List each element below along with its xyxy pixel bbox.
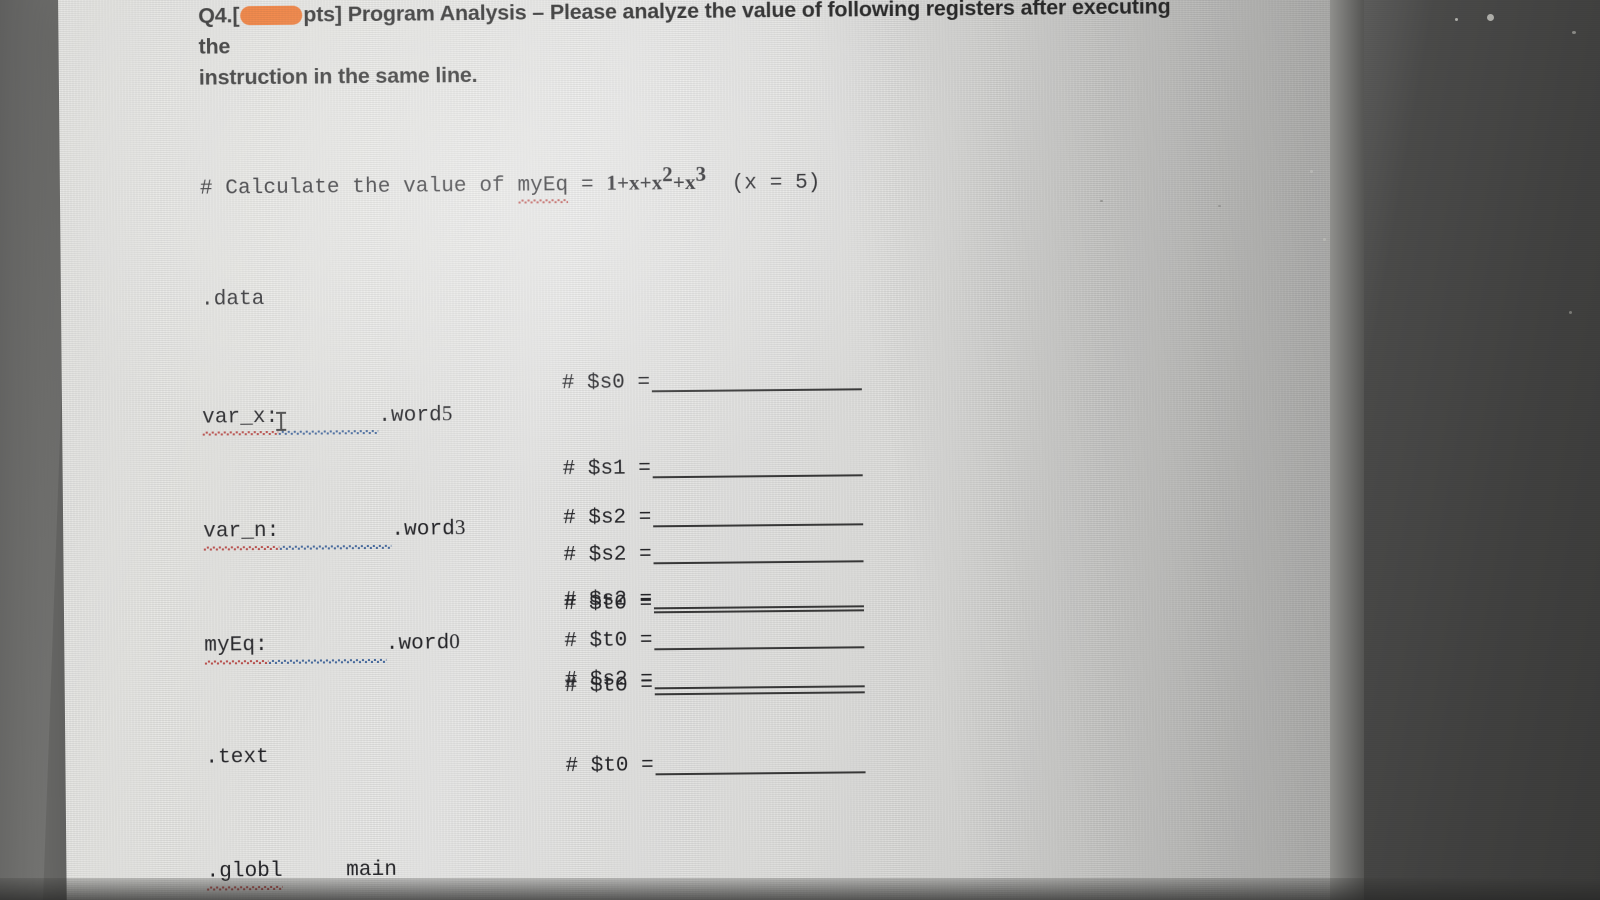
question-title: Program Analysis bbox=[347, 0, 527, 27]
equation-exponent-3: 3 bbox=[695, 161, 707, 186]
hash-t0-d: # bbox=[565, 755, 579, 779]
var-n-label: var_n: bbox=[203, 518, 279, 547]
data-directive: .data bbox=[200, 288, 265, 312]
equals-sign: = bbox=[580, 173, 594, 197]
monitor-bezel-right bbox=[1364, 0, 1600, 900]
code-line-data-directive: .data bbox=[201, 281, 822, 316]
symbol-myEq: myEq bbox=[517, 172, 568, 201]
equation-plus-x: +x bbox=[672, 169, 696, 194]
text-directive: .text bbox=[205, 745, 269, 770]
register-comments-block-4: # $s2 = # $t0 = bbox=[564, 607, 866, 839]
eq-s0: = bbox=[637, 371, 651, 395]
myeq-gap bbox=[268, 631, 386, 661]
var-x-value: 5 bbox=[441, 400, 453, 425]
var-x-directive: .word bbox=[378, 403, 442, 428]
comment-row-s0: # $s0 = bbox=[562, 367, 863, 398]
monitor-bottom-shadow bbox=[0, 878, 1600, 900]
question-prompt-line1: Please analyze the value of following re… bbox=[198, 0, 1171, 59]
eq-t0-d: = bbox=[641, 754, 654, 778]
document-content: Q4.[ pts] Program Analysis – Please analy… bbox=[58, 0, 1367, 900]
hash-s2-b: # bbox=[562, 507, 576, 531]
points-suffix: pts] bbox=[303, 2, 343, 27]
var-n-directive: .word bbox=[391, 518, 456, 542]
myeq-value: 0 bbox=[449, 629, 461, 654]
reg-s2-d: $s2 bbox=[589, 668, 628, 693]
answer-blank-s0[interactable] bbox=[652, 387, 863, 393]
comment-text: Calculate the value of bbox=[225, 174, 505, 201]
reg-s2-c: $s2 bbox=[588, 588, 628, 613]
equation-exponent-2: 2 bbox=[662, 161, 673, 186]
eq-s2-c: = bbox=[639, 588, 653, 612]
eq-s2-b: = bbox=[638, 506, 652, 530]
bracket-open: [ bbox=[232, 3, 240, 28]
monitor-photo-scene: Q4.[ pts] Program Analysis – Please analy… bbox=[0, 0, 1600, 900]
title-dash: – bbox=[532, 0, 545, 25]
text-cursor-caret bbox=[280, 411, 283, 431]
reg-s2-b: $s2 bbox=[588, 506, 627, 531]
myeq-label: myEq: bbox=[204, 632, 268, 661]
reg-s0: $s0 bbox=[586, 371, 625, 396]
comment-row-t0-d: # $t0 = bbox=[565, 750, 866, 781]
document-page: Q4.[ pts] Program Analysis – Please analy… bbox=[58, 0, 1367, 900]
comment-row-s2-d: # $s2 = bbox=[565, 664, 866, 695]
myeq-directive: .word bbox=[385, 632, 450, 657]
hash-s0: # bbox=[561, 372, 575, 396]
equation-condition: (x = 5) bbox=[731, 171, 821, 196]
hash-s2-d: # bbox=[564, 669, 578, 693]
monitor-bezel-inner-edge bbox=[1330, 0, 1364, 900]
equation-base: 1+x+x bbox=[606, 169, 663, 195]
reg-t0-d: $t0 bbox=[590, 754, 629, 778]
var-n-gap bbox=[279, 517, 391, 547]
var-x-label: var_x: bbox=[202, 403, 278, 432]
var-x-gap bbox=[278, 402, 378, 432]
question-heading: Q4.[ pts] Program Analysis – Please analy… bbox=[198, 0, 1199, 94]
hash-symbol: # bbox=[199, 177, 213, 201]
bezel-texture bbox=[1364, 0, 1600, 900]
hash-s2-c: # bbox=[563, 589, 577, 613]
eq-s2-d: = bbox=[640, 668, 654, 692]
code-line-comment-header: # Calculate the value of myEq = 1+x+x2+x… bbox=[199, 162, 821, 201]
points-redaction-blob bbox=[240, 5, 303, 26]
var-n-value: 3 bbox=[454, 515, 466, 540]
answer-blank-t0-d[interactable] bbox=[655, 770, 866, 776]
question-number: Q4. bbox=[198, 3, 233, 28]
answer-blank-s2-d[interactable] bbox=[654, 684, 865, 690]
